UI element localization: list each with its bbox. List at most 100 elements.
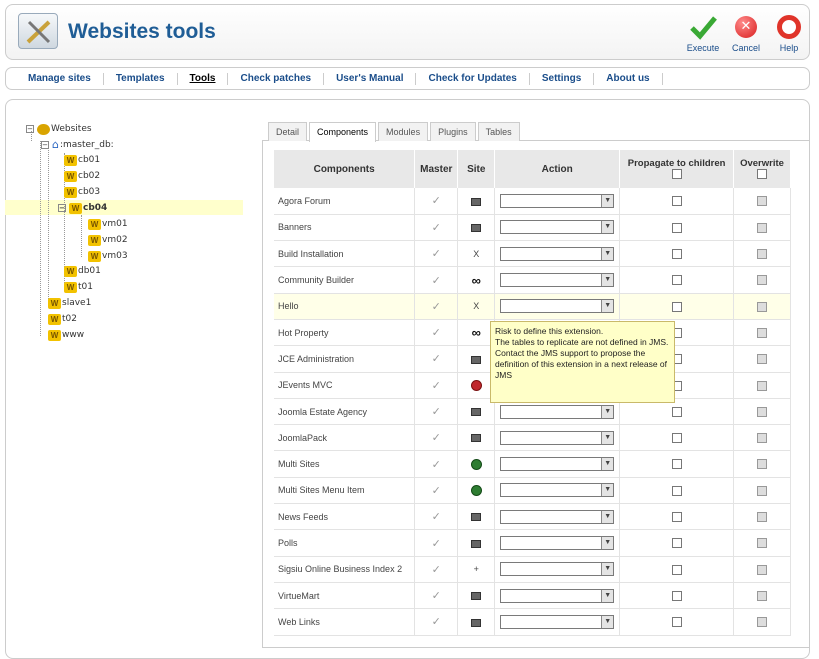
overwrite-checkbox[interactable] <box>757 485 767 496</box>
tree-node-www[interactable]: Wwww <box>48 328 84 342</box>
propagate-checkbox[interactable] <box>671 512 682 523</box>
propagate-checkbox[interactable] <box>671 564 682 575</box>
tree-node-slave1[interactable]: Wslave1 <box>48 296 91 310</box>
action-select[interactable]: ▼ <box>500 404 615 419</box>
component-name: Multi Sites <box>274 450 416 478</box>
action-select[interactable]: ▼ <box>500 299 615 314</box>
tab-plugins[interactable]: Plugins <box>430 122 476 141</box>
propagate-checkbox[interactable] <box>671 249 682 260</box>
action-select[interactable]: ▼ <box>500 588 615 603</box>
tree-node-vm02[interactable]: Wvm02 <box>88 233 128 247</box>
tree-node-vm03[interactable]: Wvm03 <box>88 249 128 263</box>
tree-node-t02[interactable]: Wt02 <box>48 312 77 326</box>
menu-templates[interactable]: Templates <box>104 72 178 85</box>
propagate-checkbox[interactable] <box>671 406 682 417</box>
propagate-all-checkbox[interactable] <box>671 169 682 180</box>
action-select[interactable]: ▼ <box>500 509 615 524</box>
menu-about-us[interactable]: About us <box>594 72 663 85</box>
menu-check-updates[interactable]: Check for Updates <box>416 72 530 85</box>
cancel-button[interactable]: ✕ Cancel <box>726 11 766 57</box>
tree-node-cb03[interactable]: Wcb03 <box>64 185 100 199</box>
propagate-checkbox[interactable] <box>671 275 682 286</box>
menu-tools[interactable]: Tools <box>178 72 229 85</box>
tree-node-vm01[interactable]: Wvm01 <box>88 217 128 231</box>
action-select[interactable]: ▼ <box>500 193 615 208</box>
propagate-cell <box>619 188 735 215</box>
overwrite-checkbox[interactable] <box>757 327 767 338</box>
dropdown-arrow-icon: ▼ <box>601 589 614 602</box>
tree-node-cb01[interactable]: Wcb01 <box>64 153 100 167</box>
help-button[interactable]: Help <box>769 11 809 57</box>
menu-manage-sites[interactable]: Manage sites <box>16 72 104 85</box>
action-select[interactable]: ▼ <box>500 562 615 577</box>
overwrite-checkbox[interactable] <box>757 617 767 628</box>
cancel-icon: ✕ <box>735 16 757 38</box>
overwrite-checkbox[interactable] <box>757 380 767 391</box>
overwrite-checkbox[interactable] <box>757 590 767 601</box>
tree-node-db01[interactable]: Wdb01 <box>64 264 101 278</box>
overwrite-checkbox[interactable] <box>757 301 767 312</box>
overwrite-checkbox[interactable] <box>757 275 767 286</box>
dropdown-arrow-icon: ▼ <box>601 431 614 444</box>
action-select[interactable]: ▼ <box>500 483 615 498</box>
propagate-checkbox[interactable] <box>671 196 682 207</box>
table-row: Build Installation ✓ X ▼ <box>274 240 791 268</box>
action-select[interactable]: ▼ <box>500 273 615 288</box>
propagate-checkbox[interactable] <box>671 222 682 233</box>
propagate-checkbox[interactable] <box>671 617 682 628</box>
check-icon: ✓ <box>431 590 441 603</box>
tree-root[interactable]: − Websites <box>26 122 92 136</box>
execute-button[interactable]: Execute <box>683 11 723 57</box>
action-cell: ▼ <box>494 240 621 268</box>
overwrite-checkbox[interactable] <box>757 538 767 549</box>
overwrite-checkbox[interactable] <box>757 459 767 470</box>
overwrite-checkbox[interactable] <box>757 433 767 444</box>
site-status <box>457 214 496 242</box>
propagate-checkbox[interactable] <box>671 301 682 312</box>
menu-check-patches[interactable]: Check patches <box>228 72 325 85</box>
action-select[interactable]: ▼ <box>500 457 615 472</box>
overwrite-checkbox[interactable] <box>757 564 767 575</box>
tab-tables[interactable]: Tables <box>477 122 520 141</box>
propagate-checkbox[interactable] <box>671 590 682 601</box>
check-icon: ✓ <box>431 221 441 234</box>
tree-node-cb04[interactable]: − Wcb04 <box>58 201 107 215</box>
menu-settings[interactable]: Settings <box>530 72 595 85</box>
action-cell: ▼ <box>494 556 621 583</box>
propagate-checkbox[interactable] <box>671 433 682 444</box>
menu-users-manual[interactable]: User's Manual <box>324 72 417 85</box>
tree-master[interactable]: − ⌂:master_db: <box>41 138 114 152</box>
action-select[interactable]: ▼ <box>500 614 615 629</box>
tree-node-t01[interactable]: Wt01 <box>64 280 93 294</box>
tree-node-cb02[interactable]: Wcb02 <box>64 169 100 183</box>
overwrite-checkbox[interactable] <box>757 196 767 207</box>
master-check: ✓ <box>414 477 459 505</box>
propagate-checkbox[interactable] <box>671 538 682 549</box>
site-status <box>457 582 496 610</box>
action-select[interactable]: ▼ <box>500 246 615 261</box>
overwrite-all-checkbox[interactable] <box>757 169 767 180</box>
overwrite-cell <box>733 214 791 242</box>
tab-components[interactable]: Components <box>309 122 377 142</box>
overwrite-checkbox[interactable] <box>757 512 767 523</box>
check-icon: ✓ <box>431 563 441 576</box>
tab-modules[interactable]: Modules <box>378 122 429 141</box>
action-select[interactable]: ▼ <box>500 430 615 445</box>
overwrite-checkbox[interactable] <box>757 406 767 417</box>
overwrite-checkbox[interactable] <box>757 249 767 260</box>
propagate-checkbox[interactable] <box>671 485 682 496</box>
site-w-icon: W <box>64 186 77 198</box>
site-w-icon: W <box>88 250 101 262</box>
propagate-checkbox[interactable] <box>671 459 682 470</box>
action-select[interactable]: ▼ <box>500 220 615 235</box>
propagate-cell <box>619 503 735 531</box>
overwrite-checkbox[interactable] <box>757 222 767 233</box>
site-status: ∞ <box>457 266 496 294</box>
overwrite-checkbox[interactable] <box>757 354 767 365</box>
site-w-icon: W <box>64 265 77 277</box>
action-select[interactable]: ▼ <box>500 536 615 550</box>
websites-icon <box>37 123 50 135</box>
table-icon <box>471 355 482 364</box>
dropdown-arrow-icon: ▼ <box>601 221 614 234</box>
tab-detail[interactable]: Detail <box>268 122 308 141</box>
